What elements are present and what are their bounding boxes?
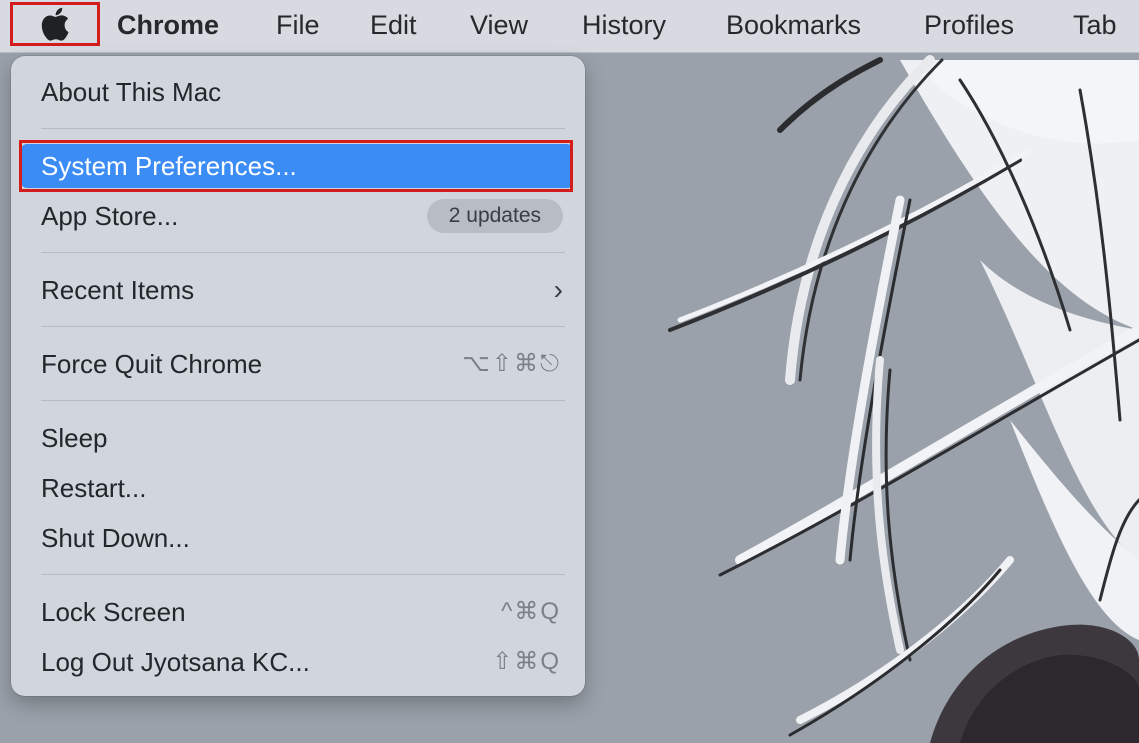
menu-separator: [41, 128, 565, 129]
apple-icon: [41, 7, 69, 41]
menu-item-label: Force Quit Chrome: [41, 349, 263, 379]
menu-item-sleep[interactable]: Sleep: [21, 416, 573, 460]
menu-view[interactable]: View: [470, 0, 528, 52]
menu-item-lock-screen[interactable]: Lock Screen ^⌘Q: [21, 590, 573, 634]
menu-item-label: Log Out Jyotsana KC...: [41, 647, 310, 677]
menu-separator: [41, 400, 565, 401]
menu-bar: Chrome File Edit View History Bookmarks …: [0, 0, 1139, 53]
menu-separator: [41, 326, 565, 327]
menu-item-force-quit[interactable]: Force Quit Chrome ⌥⇧⌘⎋: [21, 342, 573, 386]
menu-item-label: App Store...: [41, 201, 179, 231]
menu-separator: [41, 252, 565, 253]
menu-item-label: Restart...: [41, 473, 147, 503]
menu-edit[interactable]: Edit: [370, 0, 417, 52]
menu-chrome[interactable]: Chrome: [117, 0, 219, 52]
menu-item-label: Lock Screen: [41, 597, 186, 627]
keyboard-shortcut: ⇧⌘Q: [492, 648, 561, 675]
menu-item-log-out[interactable]: Log Out Jyotsana KC... ⇧⌘Q: [21, 640, 573, 684]
menu-item-about-this-mac[interactable]: About This Mac: [21, 70, 573, 114]
menu-item-recent-items[interactable]: Recent Items ›: [21, 268, 573, 312]
menu-item-label: Sleep: [41, 423, 108, 453]
menu-separator: [41, 574, 565, 575]
menu-profiles[interactable]: Profiles: [924, 0, 1014, 52]
menu-history[interactable]: History: [582, 0, 666, 52]
menu-item-app-store[interactable]: App Store... 2 updates: [21, 194, 573, 238]
menu-bookmarks[interactable]: Bookmarks: [726, 0, 861, 52]
menu-item-shut-down[interactable]: Shut Down...: [21, 516, 573, 560]
menu-item-restart[interactable]: Restart...: [21, 466, 573, 510]
apple-dropdown-menu: About This Mac System Preferences... App…: [11, 56, 585, 696]
menu-tab[interactable]: Tab: [1073, 0, 1117, 52]
menu-item-label: System Preferences...: [41, 151, 297, 181]
menu-item-label: About This Mac: [41, 77, 222, 107]
keyboard-shortcut: ^⌘Q: [501, 598, 561, 625]
chevron-right-icon: ›: [553, 274, 563, 305]
menu-item-label: Recent Items: [41, 275, 195, 305]
apple-menu-button[interactable]: [10, 2, 100, 46]
keyboard-shortcut: ⌥⇧⌘⎋: [462, 350, 561, 377]
updates-badge: 2 updates: [426, 199, 563, 233]
menu-item-system-preferences[interactable]: System Preferences...: [21, 144, 573, 188]
menu-file[interactable]: File: [276, 0, 320, 52]
menu-item-label: Shut Down...: [41, 523, 190, 553]
